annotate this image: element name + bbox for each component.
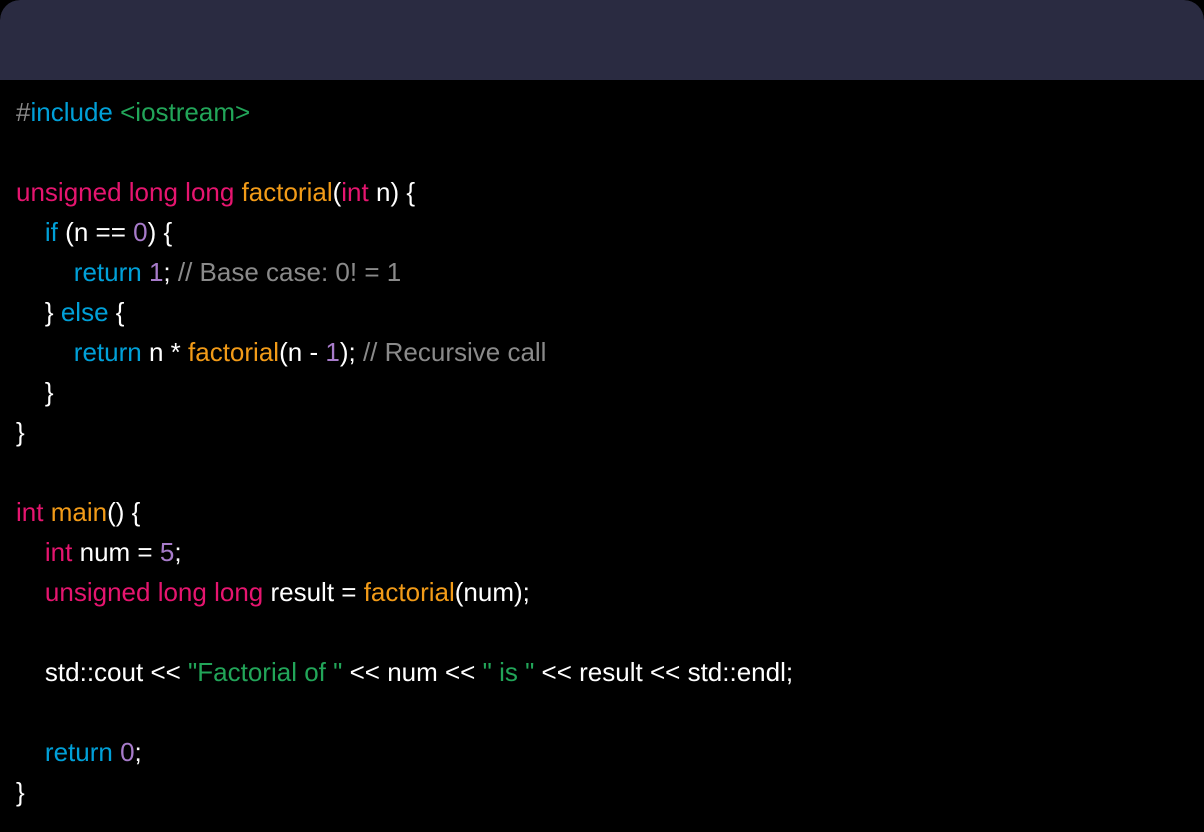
- window-titlebar: [0, 0, 1204, 80]
- call-factorial: factorial: [188, 337, 279, 367]
- type-long: long: [129, 177, 178, 207]
- comment-base-case: // Base case: 0! = 1: [178, 257, 401, 287]
- indent: [16, 257, 74, 287]
- literal-0: 0: [133, 217, 147, 247]
- indent: [16, 377, 45, 407]
- var-num: num: [80, 537, 131, 567]
- literal-5: 5: [160, 537, 174, 567]
- include-keyword: include: [30, 97, 112, 127]
- str-is: " is ": [483, 657, 535, 687]
- str-factorial-of: "Factorial of ": [188, 657, 342, 687]
- kw-else: else: [61, 297, 109, 327]
- kw-return: return: [45, 737, 113, 767]
- ns-std: std: [45, 657, 80, 687]
- var-n: n: [74, 217, 88, 247]
- rbrace-fn: }: [16, 417, 25, 447]
- lparen: (: [333, 177, 342, 207]
- kw-return: return: [74, 257, 142, 287]
- literal-1: 1: [149, 257, 163, 287]
- op-eq: =: [137, 537, 152, 567]
- op-scope: ::: [80, 657, 94, 687]
- indent: [16, 577, 45, 607]
- indent: [16, 537, 45, 567]
- indent: [16, 657, 45, 687]
- param-n: n: [376, 177, 390, 207]
- indent: [16, 297, 45, 327]
- rbrace-main: }: [16, 777, 25, 807]
- op-ltlt: <<: [150, 657, 180, 687]
- semi: ;: [163, 257, 170, 287]
- code-window: #include <iostream> unsigned long long f…: [0, 0, 1204, 832]
- preproc-hash: #: [16, 97, 30, 127]
- type-long2: long: [185, 177, 234, 207]
- code-block: #include <iostream> unsigned long long f…: [0, 80, 1204, 812]
- call-factorial2: factorial: [364, 577, 455, 607]
- type-int: int: [45, 537, 72, 567]
- lbrace: {: [406, 177, 415, 207]
- kw-return: return: [74, 337, 142, 367]
- op-eqeq: ==: [96, 217, 126, 247]
- ident-endl: endl: [737, 657, 786, 687]
- param-type-int: int: [341, 177, 368, 207]
- var-n: n: [149, 337, 163, 367]
- comment-recursive: // Recursive call: [363, 337, 547, 367]
- indent: [16, 217, 45, 247]
- include-header: <iostream>: [120, 97, 250, 127]
- indent: [16, 737, 45, 767]
- ident-cout: cout: [94, 657, 143, 687]
- literal-0b: 0: [120, 737, 134, 767]
- op-minus: -: [309, 337, 318, 367]
- rparen: ): [390, 177, 399, 207]
- func-main: main: [51, 497, 107, 527]
- indent: [16, 337, 74, 367]
- type-unsigned: unsigned: [16, 177, 122, 207]
- type-int: int: [16, 497, 43, 527]
- literal-1b: 1: [325, 337, 339, 367]
- kw-if: if: [45, 217, 58, 247]
- func-factorial: factorial: [242, 177, 333, 207]
- var-result: result: [270, 577, 334, 607]
- op-star: *: [171, 337, 181, 367]
